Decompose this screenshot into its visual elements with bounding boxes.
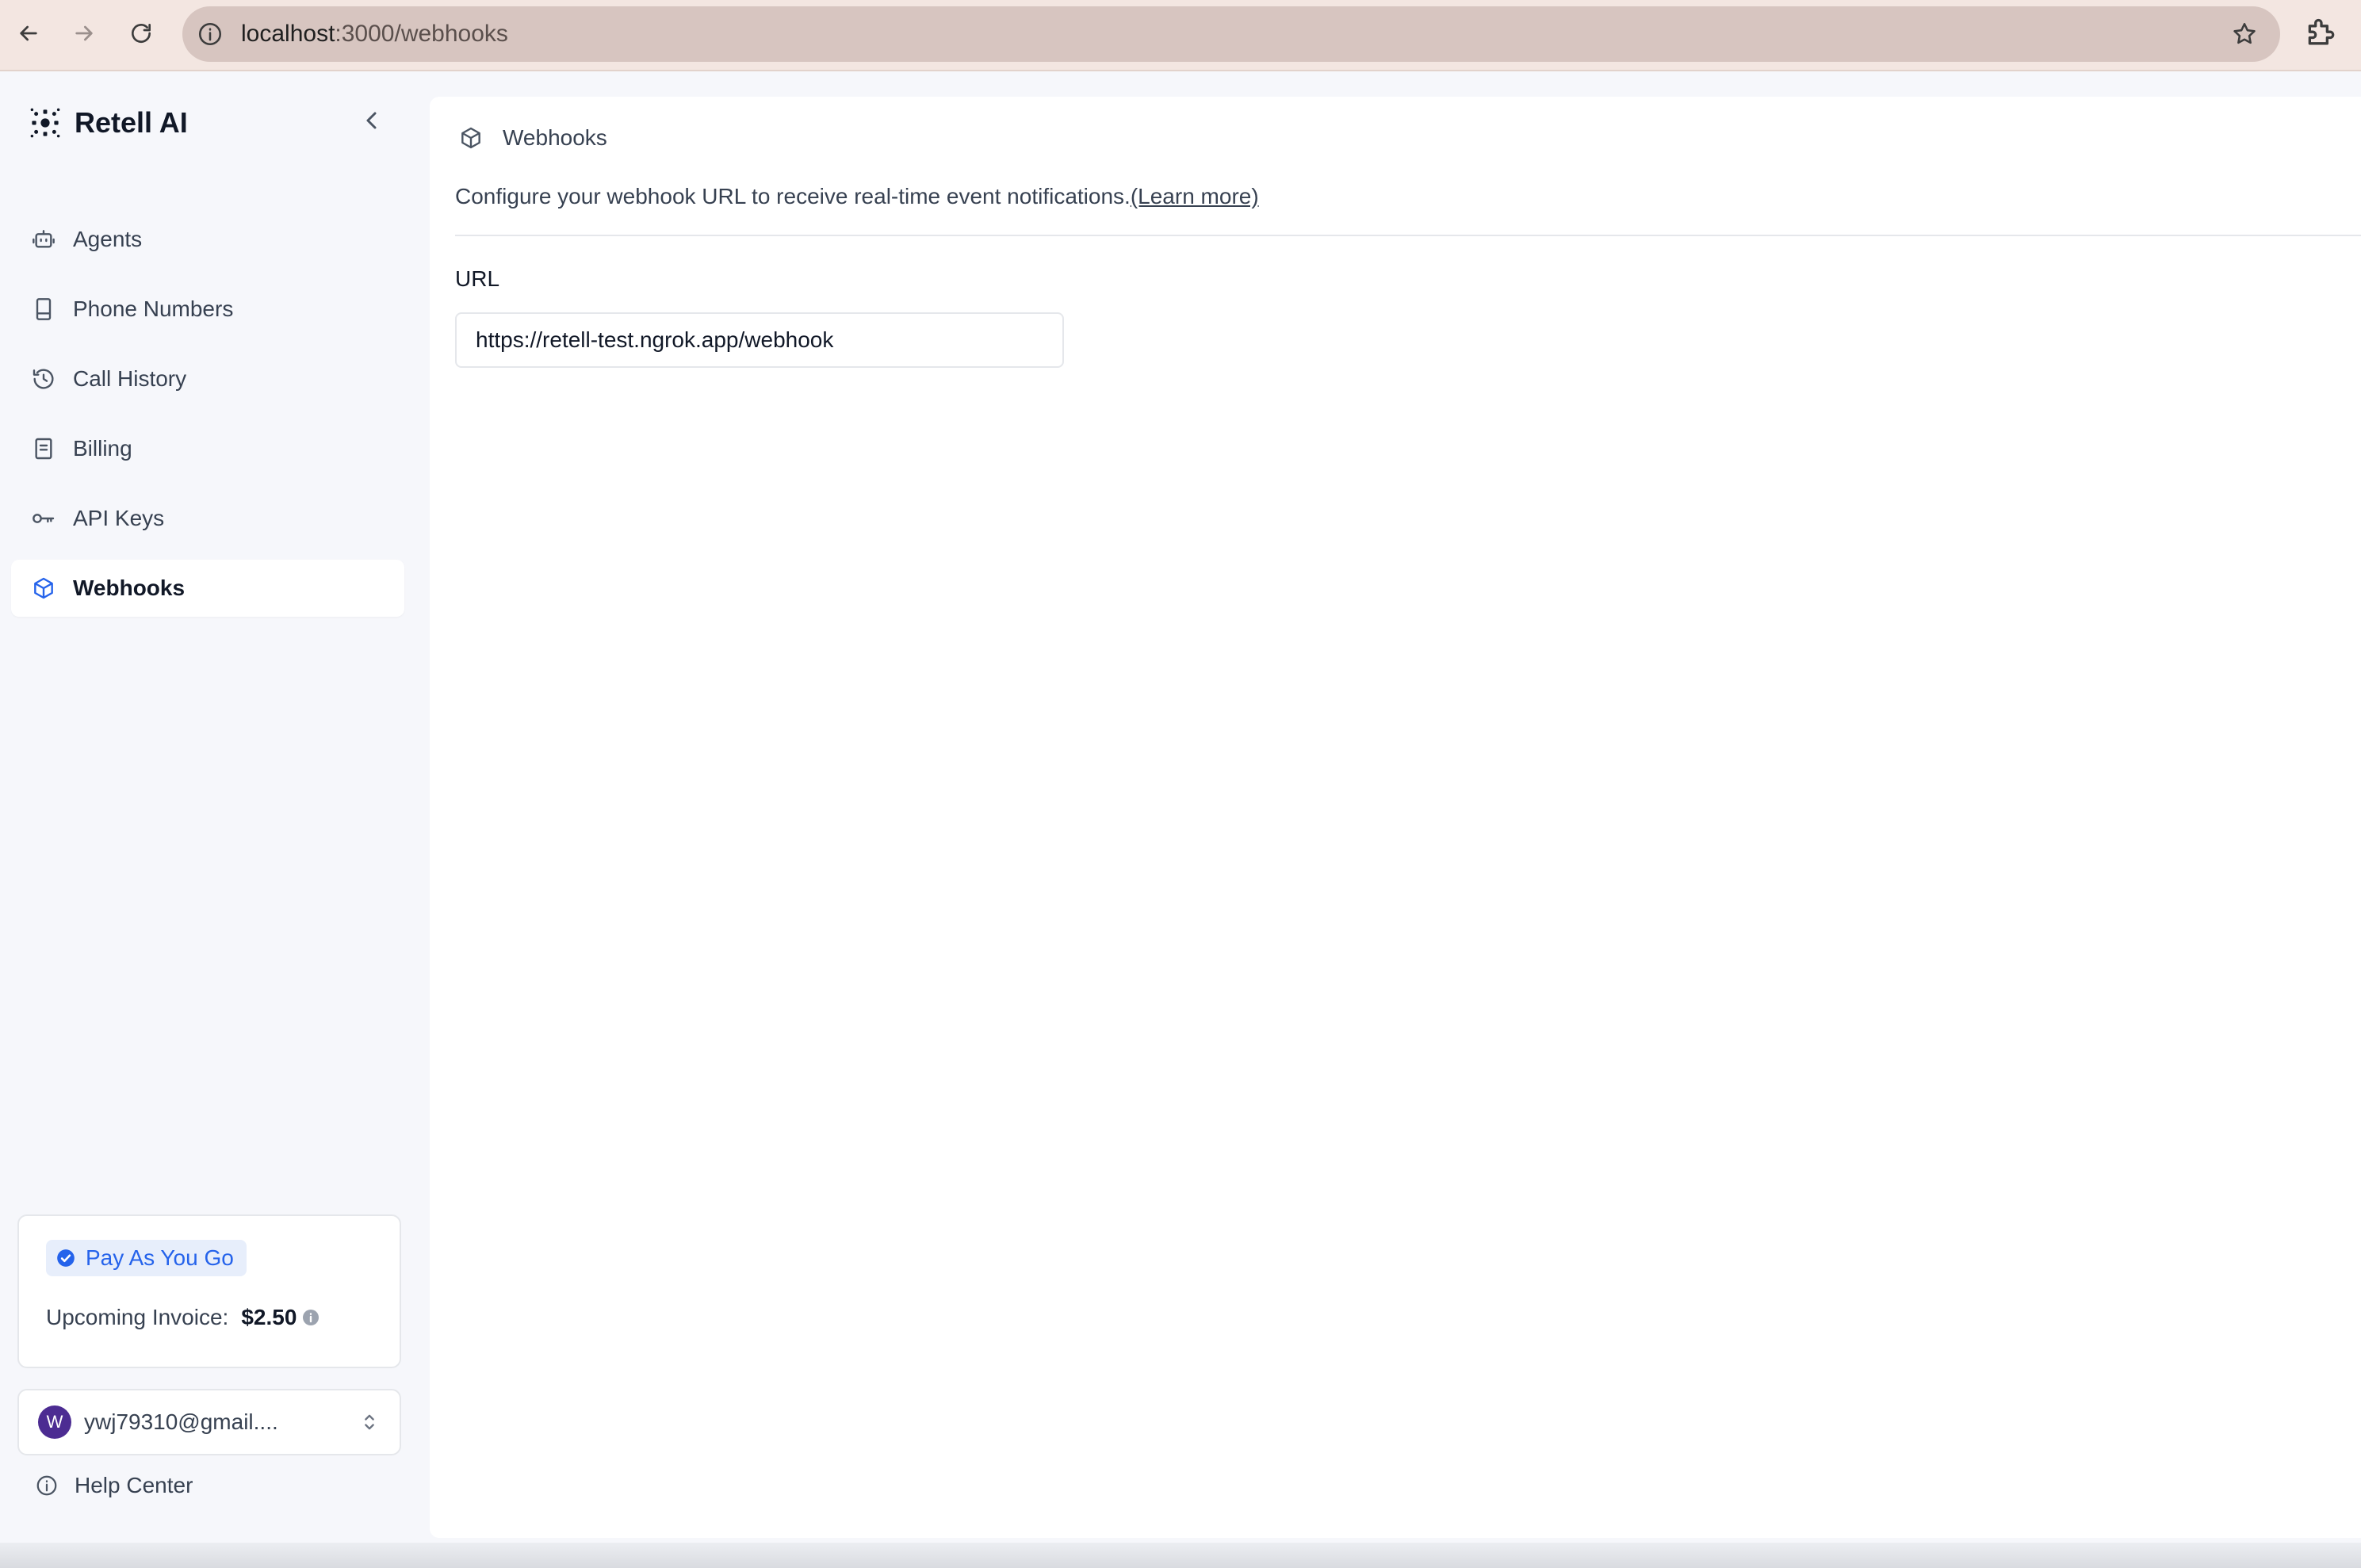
- sidebar-item-label: Agents: [73, 227, 143, 251]
- learn-more-link[interactable]: (Learn more): [1131, 184, 1259, 208]
- help-center-link[interactable]: Help Center: [35, 1473, 193, 1498]
- url-text[interactable]: localhost:3000/webhooks: [241, 21, 508, 48]
- sidebar-nav: Agents Phone Numbers Call History Billin…: [11, 211, 404, 629]
- divider: [455, 235, 2361, 236]
- account-email: ywj79310@gmail....: [84, 1409, 278, 1434]
- url-host: localhost: [241, 21, 335, 47]
- forward-button[interactable]: [67, 16, 101, 51]
- app-shell: Retell AI Agents Phone Numbers Call Hist…: [0, 71, 2361, 1568]
- browser-toolbar: localhost:3000/webhooks: [0, 0, 2361, 71]
- site-info-icon[interactable]: [197, 21, 224, 48]
- url-path: :3000/webhooks: [335, 21, 508, 47]
- page-title: Webhooks: [503, 125, 607, 150]
- collapse-sidebar-chevron-icon[interactable]: [358, 106, 387, 135]
- plan-name: Pay As You Go: [86, 1245, 234, 1270]
- invoice-amount: $2.50: [241, 1305, 297, 1329]
- plan-badge: Pay As You Go: [46, 1240, 247, 1276]
- main-panel: Webhooks Configure your webhook URL to r…: [430, 97, 2361, 1538]
- webhook-url-input[interactable]: [455, 312, 1064, 368]
- robot-icon: [30, 226, 57, 253]
- check-circle-icon: [57, 1249, 75, 1267]
- sidebar-item-api-keys[interactable]: API Keys: [11, 490, 404, 547]
- sidebar-item-label: Call History: [73, 366, 187, 391]
- arrow-left-icon: [20, 25, 37, 41]
- reload-button[interactable]: [124, 16, 159, 51]
- sidebar-item-agents[interactable]: Agents: [11, 211, 404, 268]
- invoice-label: Upcoming Invoice:: [46, 1305, 229, 1329]
- avatar: W: [38, 1405, 71, 1439]
- brand-name: Retell AI: [75, 106, 188, 139]
- upcoming-invoice: Upcoming Invoice: $2.50: [46, 1305, 320, 1330]
- description-text: Configure your webhook URL to receive re…: [455, 184, 1131, 208]
- webhook-cube-icon: [30, 575, 57, 602]
- account-switcher[interactable]: W ywj79310@gmail....: [17, 1389, 401, 1455]
- phone-icon: [30, 296, 57, 323]
- sidebar-item-label: Phone Numbers: [73, 296, 234, 321]
- info-circle-icon: [36, 1475, 57, 1496]
- sidebar-item-label: Billing: [73, 436, 132, 461]
- sidebar-item-webhooks[interactable]: Webhooks: [11, 560, 404, 617]
- webhook-cube-icon: [461, 127, 480, 149]
- plan-card: Pay As You Go Upcoming Invoice: $2.50: [17, 1214, 401, 1368]
- key-icon: [30, 505, 57, 532]
- reload-icon: [132, 24, 151, 43]
- breadcrumb: Webhooks: [458, 125, 607, 151]
- chevron-up-down-icon: [365, 1414, 374, 1430]
- sidebar-item-label: Webhooks: [73, 576, 186, 600]
- info-icon[interactable]: [301, 1308, 320, 1327]
- sidebar-item-call-history[interactable]: Call History: [11, 350, 404, 407]
- history-icon: [30, 365, 57, 392]
- url-label: URL: [455, 266, 500, 291]
- sidebar-item-phone-numbers[interactable]: Phone Numbers: [11, 281, 404, 338]
- sidebar-item-billing[interactable]: Billing: [11, 420, 404, 477]
- page-description: Configure your webhook URL to receive re…: [455, 184, 1259, 209]
- sidebar: Retell AI Agents Phone Numbers Call Hist…: [0, 71, 428, 1568]
- brand[interactable]: Retell AI: [29, 103, 188, 143]
- extensions-puzzle-icon[interactable]: [2304, 16, 2339, 51]
- bookmark-star-icon[interactable]: [2231, 21, 2258, 48]
- retell-logo-icon: [30, 108, 60, 138]
- window-bottom-edge: [0, 1543, 2361, 1568]
- back-button[interactable]: [11, 16, 46, 51]
- sidebar-item-label: API Keys: [73, 506, 165, 530]
- help-center-label: Help Center: [75, 1473, 193, 1497]
- receipt-icon: [30, 435, 57, 462]
- arrow-right-icon: [75, 25, 93, 41]
- address-bar[interactable]: localhost:3000/webhooks: [182, 6, 2280, 62]
